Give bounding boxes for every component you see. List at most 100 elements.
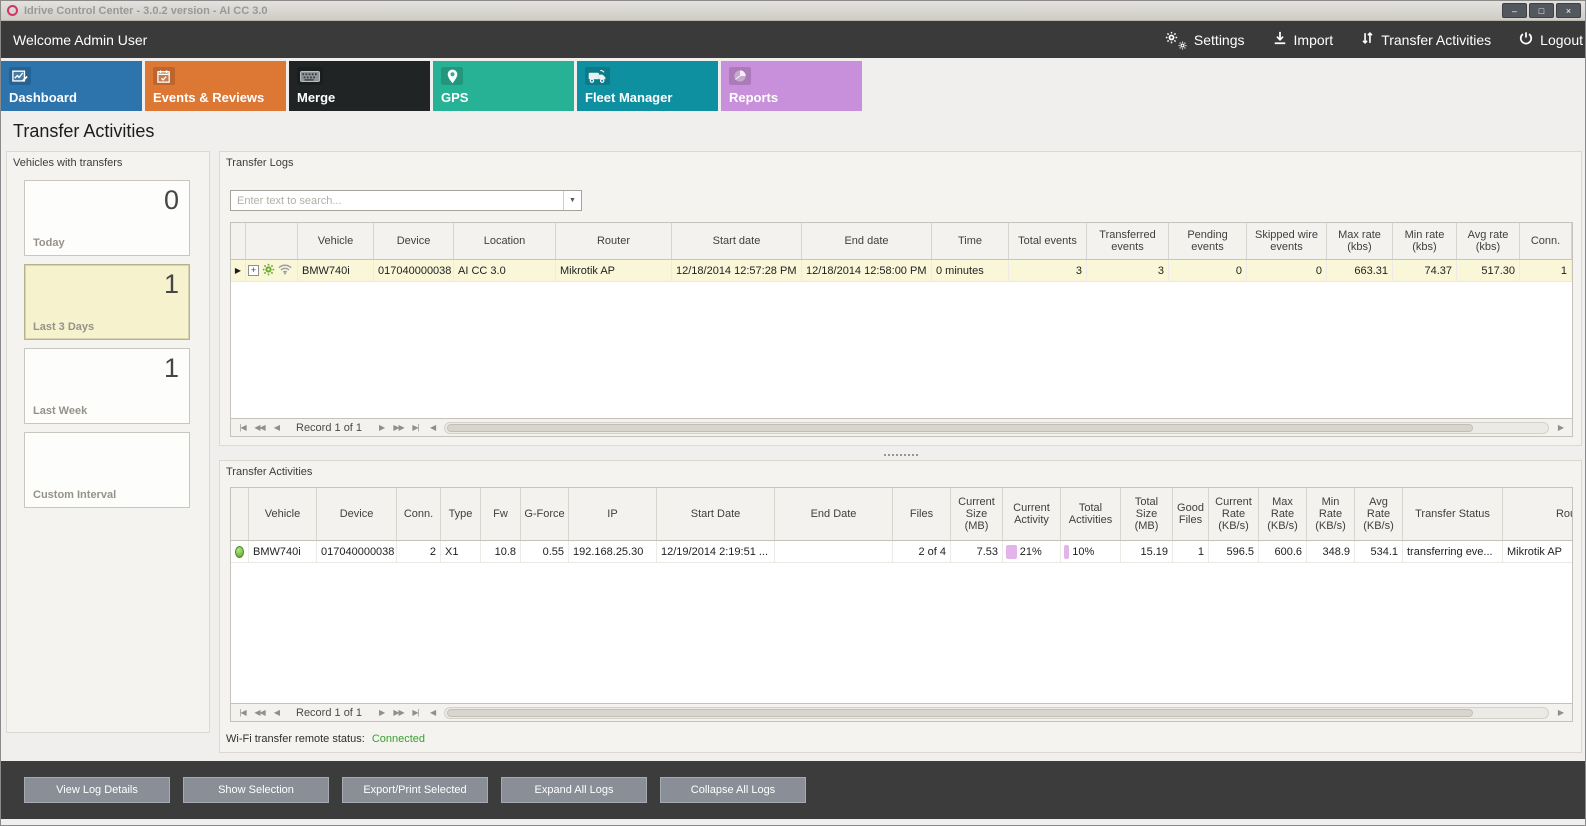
transfer-activities-button[interactable]: Transfer Activities (1361, 31, 1491, 48)
column-header-skipped-wire-events[interactable]: Skipped wire events (1247, 223, 1327, 259)
maximize-button[interactable]: □ (1529, 3, 1554, 18)
show-selection-button[interactable]: Show Selection (183, 777, 329, 803)
hscroll-right-button[interactable]: ▶ (1553, 423, 1568, 432)
cell-device: 017040000038 (374, 260, 454, 281)
column-header-location[interactable]: Location (454, 223, 556, 259)
column-header-current-activity[interactable]: Current Activity (1003, 488, 1061, 540)
transfer-activity-row[interactable]: BMW740i 017040000038 2 X1 10.8 0.55 192.… (231, 541, 1573, 563)
tab-reports[interactable]: Reports (721, 61, 862, 111)
card-value: 0 (164, 185, 179, 216)
column-header-ip[interactable]: IP (569, 488, 657, 540)
transfer-activities-grid: Vehicle Device Conn. Type Fw G-Force IP … (230, 487, 1573, 722)
hscroll-left-button[interactable]: ◀ (425, 423, 440, 432)
card-last-3-days[interactable]: 1 Last 3 Days (24, 264, 190, 340)
pager-prev-button[interactable]: ◀ (269, 708, 284, 717)
tab-dashboard[interactable]: Dashboard (1, 61, 142, 111)
pager-next-button[interactable]: ▶ (374, 423, 389, 432)
scrollbar-thumb[interactable] (447, 709, 1473, 717)
column-header-type[interactable]: Type (441, 488, 481, 540)
column-header-current-size[interactable]: Current Size (MB) (951, 488, 1003, 540)
column-header-current-rate[interactable]: Current Rate (KB/s) (1209, 488, 1259, 540)
tab-merge[interactable]: Merge (289, 61, 430, 111)
tab-fleet-manager[interactable]: Fleet Manager (577, 61, 718, 111)
search-input[interactable] (231, 191, 563, 210)
hscroll-right-button[interactable]: ▶ (1553, 708, 1568, 717)
column-header-max-rate[interactable]: Max rate (kbs) (1327, 223, 1393, 259)
cell-total-activities: 10% (1061, 541, 1121, 562)
horizontal-scrollbar[interactable] (444, 422, 1549, 434)
column-header-device[interactable]: Device (317, 488, 397, 540)
import-button[interactable]: Import (1273, 31, 1334, 48)
chevron-down-icon[interactable]: ▼ (563, 191, 581, 210)
tab-label: GPS (441, 90, 468, 105)
window-title: Idrive Control Center - 3.0.2 version - … (24, 5, 1502, 17)
pager-first-button[interactable]: |◀ (235, 708, 250, 717)
card-custom-interval[interactable]: Custom Interval (24, 432, 190, 508)
pager-fast-next-button[interactable]: ▶▶ (391, 423, 406, 432)
column-header-min-rate[interactable]: Min rate (kbs) (1393, 223, 1457, 259)
column-header-device[interactable]: Device (374, 223, 454, 259)
column-header-total-activities[interactable]: Total Activities (1061, 488, 1121, 540)
minimize-button[interactable]: – (1502, 3, 1527, 18)
column-header-time[interactable]: Time (932, 223, 1009, 259)
column-header-avg-rate[interactable]: Avg rate (kbs) (1457, 223, 1520, 259)
pager-fast-prev-button[interactable]: ◀◀ (252, 423, 267, 432)
logout-button[interactable]: Logout (1519, 31, 1583, 48)
tab-label: Reports (729, 90, 778, 105)
expand-all-logs-button[interactable]: Expand All Logs (501, 777, 647, 803)
pager-fast-prev-button[interactable]: ◀◀ (252, 708, 267, 717)
wifi-status-label: Wi-Fi transfer remote status: (226, 733, 365, 745)
column-header-pending-events[interactable]: Pending events (1169, 223, 1247, 259)
tab-events-reviews[interactable]: Events & Reviews (145, 61, 286, 111)
column-header-end-date[interactable]: End date (802, 223, 932, 259)
cell-skipped-wire-events: 0 (1247, 260, 1327, 281)
view-log-details-button[interactable]: View Log Details (24, 777, 170, 803)
dashboard-chart-icon (9, 67, 31, 85)
sidebar-title: Vehicles with transfers (13, 157, 122, 169)
cell-max-rate: 600.6 (1259, 541, 1307, 562)
pager-prev-button[interactable]: ◀ (269, 423, 284, 432)
export-print-selected-button[interactable]: Export/Print Selected (342, 777, 488, 803)
column-header-end-date[interactable]: End Date (775, 488, 893, 540)
column-header-router[interactable]: Router (1503, 488, 1573, 540)
search-combobox[interactable]: ▼ (230, 190, 582, 211)
column-header-min-rate[interactable]: Min Rate (KB/s) (1307, 488, 1355, 540)
column-header-total-size[interactable]: Total Size (MB) (1121, 488, 1173, 540)
column-header-transfer-status[interactable]: Transfer Status (1403, 488, 1503, 540)
hscroll-left-button[interactable]: ◀ (425, 708, 440, 717)
pager-last-button[interactable]: ▶| (408, 423, 423, 432)
cell-transferred-events: 3 (1087, 260, 1169, 281)
collapse-all-logs-button[interactable]: Collapse All Logs (660, 777, 806, 803)
column-header-total-events[interactable]: Total events (1009, 223, 1087, 259)
pager-last-button[interactable]: ▶| (408, 708, 423, 717)
column-header-g-force[interactable]: G-Force (521, 488, 569, 540)
column-header-conn[interactable]: Conn. (397, 488, 441, 540)
close-button[interactable]: × (1556, 3, 1581, 18)
pager-next-button[interactable]: ▶ (374, 708, 389, 717)
column-header-files[interactable]: Files (893, 488, 951, 540)
column-header-fw[interactable]: Fw (481, 488, 521, 540)
column-header-avg-rate[interactable]: Avg Rate (KB/s) (1355, 488, 1403, 540)
tab-gps[interactable]: GPS (433, 61, 574, 111)
settings-button[interactable]: Settings (1165, 31, 1245, 49)
column-header-vehicle[interactable]: Vehicle (298, 223, 374, 259)
column-header-start-date[interactable]: Start date (672, 223, 802, 259)
column-header-start-date[interactable]: Start Date (657, 488, 775, 540)
card-today[interactable]: 0 Today (24, 180, 190, 256)
panel-splitter[interactable] (219, 450, 1582, 459)
card-last-week[interactable]: 1 Last Week (24, 348, 190, 424)
cell-conn: 2 (397, 541, 441, 562)
column-header-transferred-events[interactable]: Transferred events (1087, 223, 1169, 259)
pager-fast-next-button[interactable]: ▶▶ (391, 708, 406, 717)
transfer-activities-title: Transfer Activities (226, 466, 312, 478)
column-header-vehicle[interactable]: Vehicle (249, 488, 317, 540)
transfer-log-row[interactable]: ▶ + BMW740i 017040000038 AI CC 3.0 Mikro… (231, 260, 1573, 282)
column-header-conn[interactable]: Conn. (1520, 223, 1572, 259)
horizontal-scrollbar[interactable] (444, 707, 1549, 719)
column-header-router[interactable]: Router (556, 223, 672, 259)
scrollbar-thumb[interactable] (447, 424, 1473, 432)
pager-first-button[interactable]: |◀ (235, 423, 250, 432)
column-header-good-files[interactable]: Good Files (1173, 488, 1209, 540)
expand-row-button[interactable]: + (248, 265, 259, 276)
column-header-max-rate[interactable]: Max Rate (KB/s) (1259, 488, 1307, 540)
